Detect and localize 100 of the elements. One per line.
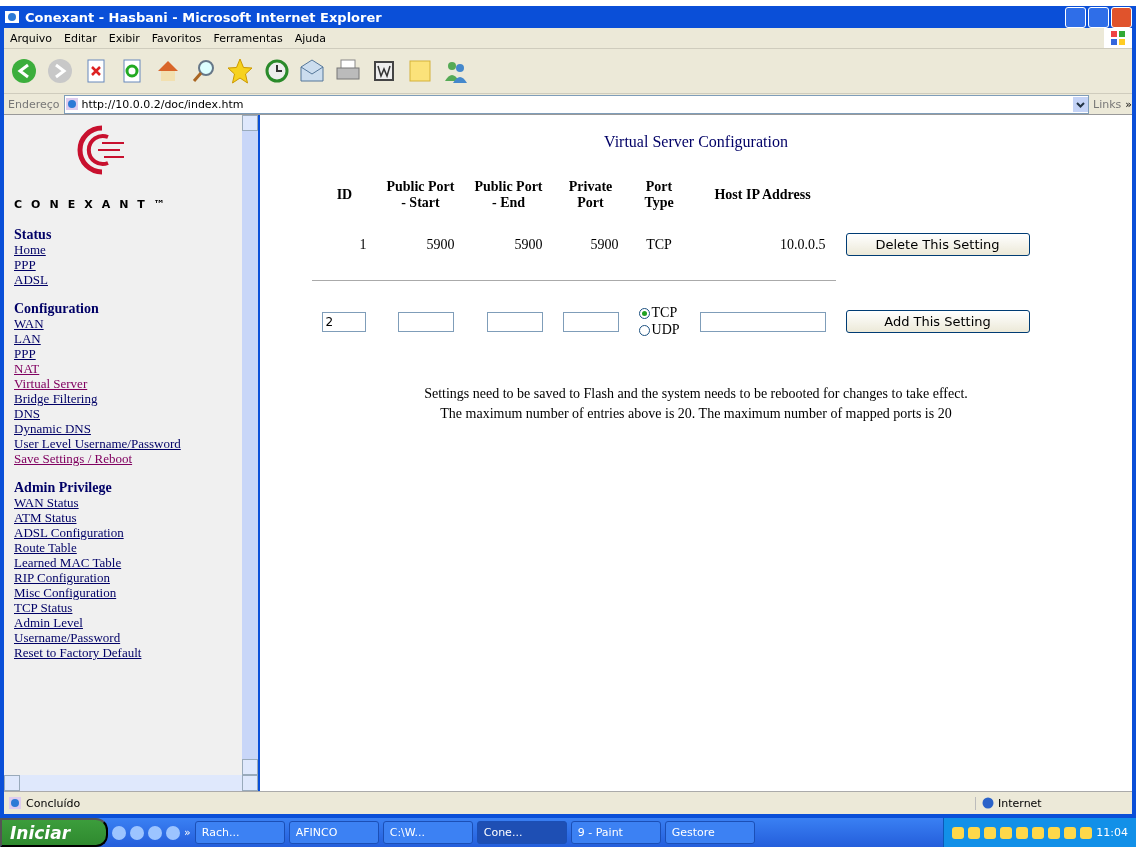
- note-text: The maximum number of entries above is 20. The maximum number of mapped ports is 20: [439, 405, 953, 423]
- tray-icon[interactable]: [1048, 826, 1061, 839]
- address-label: Endereço: [8, 97, 60, 111]
- status-text: Concluído: [26, 796, 81, 810]
- nav-link[interactable]: Bridge Filtering: [14, 391, 98, 406]
- public-end-field[interactable]: [486, 311, 543, 332]
- add-button[interactable]: Add This Setting: [845, 310, 1030, 333]
- table-cell-text: 1: [358, 235, 368, 254]
- star-icon[interactable]: [226, 57, 254, 85]
- start-button[interactable]: Iniciar: [0, 818, 108, 847]
- radio-button[interactable]: [638, 324, 650, 336]
- quick-launch-icon[interactable]: [112, 825, 126, 840]
- nav-link[interactable]: NAT: [14, 361, 40, 376]
- taskbar-button[interactable]: Gestore: [664, 821, 755, 844]
- taskbar-button[interactable]: Cone...: [476, 821, 567, 844]
- tray-icon[interactable]: [968, 826, 981, 839]
- nav-link[interactable]: Route Table: [14, 540, 77, 555]
- taskbar-button[interactable]: Rach...: [194, 821, 285, 844]
- column-header: ID: [335, 186, 354, 204]
- nav-link[interactable]: WAN Status: [14, 495, 79, 510]
- nav-link[interactable]: User Level Username/Password: [14, 436, 181, 451]
- table-cell-text: TCP: [645, 235, 673, 254]
- close-button[interactable]: [1111, 6, 1132, 28]
- nav-link[interactable]: Dynamic DNS: [14, 421, 91, 436]
- quick-launch-icon[interactable]: [130, 825, 144, 840]
- windows-flag-icon: [1104, 28, 1132, 48]
- nav-link[interactable]: ADSL: [14, 272, 48, 287]
- nav-link[interactable]: Learned MAC Table: [14, 555, 122, 570]
- tray-icon[interactable]: [1016, 826, 1029, 839]
- column-header: Private Port: [567, 178, 614, 212]
- vertical-scrollbar[interactable]: [242, 115, 258, 775]
- section-heading: Status: [14, 227, 52, 242]
- menu-item[interactable]: Ferramentas: [207, 31, 289, 45]
- nav-link[interactable]: ATM Status: [14, 510, 77, 525]
- page-icon: [8, 796, 22, 810]
- nav-link[interactable]: PPP: [14, 346, 36, 361]
- nav-link[interactable]: LAN: [14, 331, 41, 346]
- minimize-button[interactable]: [1065, 6, 1086, 28]
- section-heading: Configuration: [14, 301, 99, 316]
- tray-icon[interactable]: [1000, 826, 1013, 839]
- logo-text: CONEXANT™: [14, 198, 175, 211]
- mail-icon[interactable]: [298, 57, 326, 85]
- column-header: Public Port - Start: [385, 178, 456, 212]
- private-port-field[interactable]: [562, 311, 619, 332]
- taskbar-button[interactable]: AFINCO: [288, 821, 379, 844]
- page-title: Virtual Server Configuration: [604, 133, 788, 151]
- tray-icon[interactable]: [1064, 826, 1077, 839]
- window-title: Conexant - Hasbani - Microsoft Internet Explorer: [25, 9, 382, 25]
- nav-link[interactable]: PPP: [14, 257, 36, 272]
- table-cell-text: 5900: [589, 235, 620, 254]
- column-header: Port Type: [643, 178, 675, 212]
- radio-button[interactable]: [638, 307, 650, 319]
- page-icon: [64, 97, 79, 111]
- nav-link[interactable]: Reset to Factory Default: [14, 645, 142, 660]
- nav-link[interactable]: ADSL Configuration: [14, 525, 124, 540]
- nav-link[interactable]: Username/Password: [14, 630, 121, 645]
- menu-item[interactable]: Ajuda: [288, 31, 333, 45]
- horizontal-scrollbar[interactable]: [4, 775, 258, 791]
- menu-item[interactable]: Editar: [58, 31, 103, 45]
- tray-icon[interactable]: [984, 826, 997, 839]
- public-start-field[interactable]: [398, 311, 455, 332]
- taskbar-button[interactable]: 9 - Paint: [570, 821, 661, 844]
- id-field[interactable]: 2: [322, 311, 367, 332]
- tray-icon[interactable]: [1032, 826, 1045, 839]
- browser-icon: [4, 9, 20, 25]
- address-field[interactable]: http://10.0.0.2/doc/index.htm: [63, 94, 1089, 114]
- tray-icon[interactable]: [1080, 826, 1093, 839]
- host-ip-field[interactable]: [699, 311, 826, 332]
- maximize-button[interactable]: [1088, 6, 1109, 28]
- nav-link[interactable]: DNS: [14, 406, 40, 421]
- menu-item[interactable]: Exibir: [102, 31, 146, 45]
- nav-link[interactable]: Save Settings / Reboot: [14, 451, 133, 466]
- radio-label: UDP: [651, 322, 680, 338]
- back-icon[interactable]: [10, 57, 38, 85]
- section-heading: Admin Privilege: [14, 480, 112, 495]
- chevron-button[interactable]: »: [1125, 97, 1132, 111]
- nav-link[interactable]: WAN: [14, 316, 44, 331]
- taskbar-button[interactable]: C:\W...: [382, 821, 473, 844]
- forward-icon[interactable]: [46, 57, 74, 85]
- clock: 11:04: [1096, 826, 1128, 839]
- delete-button[interactable]: Delete This Setting: [845, 233, 1030, 256]
- nav-link[interactable]: RIP Configuration: [14, 570, 110, 585]
- nav-link[interactable]: Admin Level: [14, 615, 83, 630]
- table-cell-text: 10.0.0.5: [779, 235, 827, 254]
- nav-link[interactable]: Misc Configuration: [14, 585, 117, 600]
- nav-link[interactable]: TCP Status: [14, 600, 73, 615]
- column-header: Host IP Address: [713, 186, 812, 204]
- globe-icon: [982, 797, 994, 809]
- note-text: Settings need to be saved to Flash and the system needs to be rebooted for changes to take effect.: [424, 385, 968, 403]
- table-cell-text: 5900: [513, 235, 544, 254]
- quick-launch-icon[interactable]: [148, 825, 162, 840]
- nav-link[interactable]: Home: [14, 242, 46, 257]
- tray-icon[interactable]: [952, 826, 965, 839]
- links-label[interactable]: Links: [1093, 97, 1122, 111]
- column-header: Public Port - End: [473, 178, 544, 212]
- menu-item[interactable]: Arquivo: [4, 31, 59, 45]
- nav-link[interactable]: Virtual Server: [14, 376, 88, 391]
- quick-launch-icon[interactable]: [166, 825, 180, 840]
- menu-item[interactable]: Favoritos: [145, 31, 208, 45]
- chevron-button[interactable]: »: [184, 826, 191, 839]
